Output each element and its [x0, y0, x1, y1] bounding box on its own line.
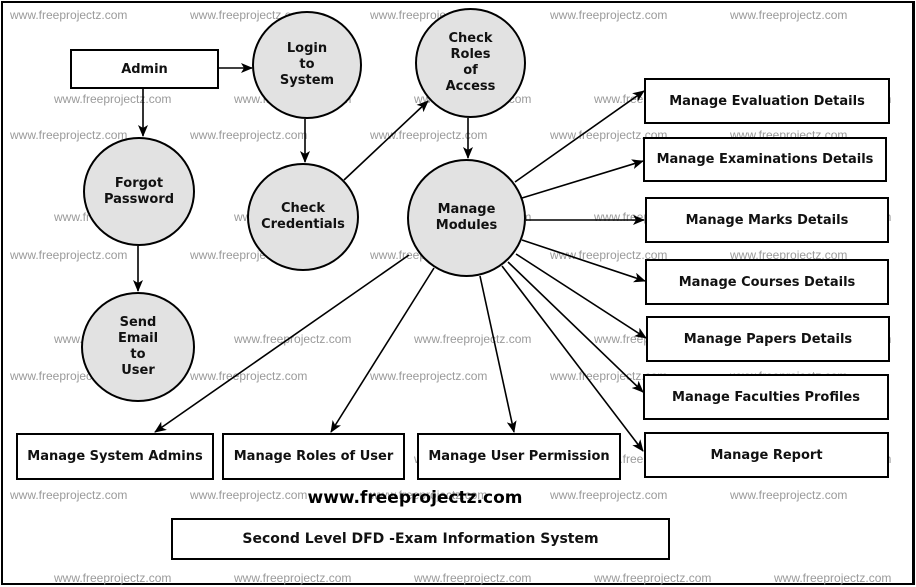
entity-admin: Admin [70, 49, 219, 89]
flow-arrow-manage-modules-to-manage-roles-of-user [330, 267, 435, 433]
flow-arrow-manage-modules-to-manage-report [501, 265, 644, 452]
entity-manage-system-admins: Manage System Admins [16, 433, 214, 480]
process-forgot-password: Forgot Password [83, 137, 195, 246]
entity-manage-evaluation-details: Manage Evaluation Details [644, 78, 890, 124]
entity-manage-examinations-details: Manage Examinations Details [643, 137, 887, 182]
entity-manage-papers-details: Manage Papers Details [646, 316, 890, 362]
flow-arrow-manage-modules-to-manage-evaluation [514, 90, 645, 183]
process-send-email-to-user: Send Email to User [81, 292, 195, 402]
diagram-title: Second Level DFD -Exam Information Syste… [171, 518, 670, 560]
entity-manage-report: Manage Report [644, 432, 889, 478]
dfd-canvas: www.freeprojectz.com www.freeprojectz.com… [0, 0, 916, 587]
entity-manage-courses-details: Manage Courses Details [645, 259, 889, 305]
flow-arrow-manage-modules-to-manage-courses [521, 239, 646, 283]
flow-arrow-manage-modules-to-manage-user-permission [479, 275, 517, 433]
flow-arrow-check-credentials-to-check-roles [343, 100, 429, 181]
entity-manage-roles-of-user: Manage Roles of User [222, 433, 405, 480]
entity-manage-marks-details: Manage Marks Details [645, 197, 889, 243]
process-login-to-system: Login to System [252, 11, 362, 119]
site-label: www.freeprojectz.com [307, 488, 523, 508]
entity-manage-user-permission: Manage User Permission [417, 433, 621, 480]
entity-manage-faculties-profiles: Manage Faculties Profiles [643, 374, 889, 420]
flow-arrow-manage-modules-to-manage-faculties [507, 261, 644, 393]
flow-arrow-manage-modules-to-manage-examinations [521, 159, 644, 199]
process-manage-modules: Manage Modules [407, 159, 526, 277]
process-check-credentials: Check Credentials [247, 163, 359, 271]
process-check-roles-of-access: Check Roles of Access [415, 8, 526, 118]
flow-arrow-manage-modules-to-manage-papers [515, 253, 647, 339]
